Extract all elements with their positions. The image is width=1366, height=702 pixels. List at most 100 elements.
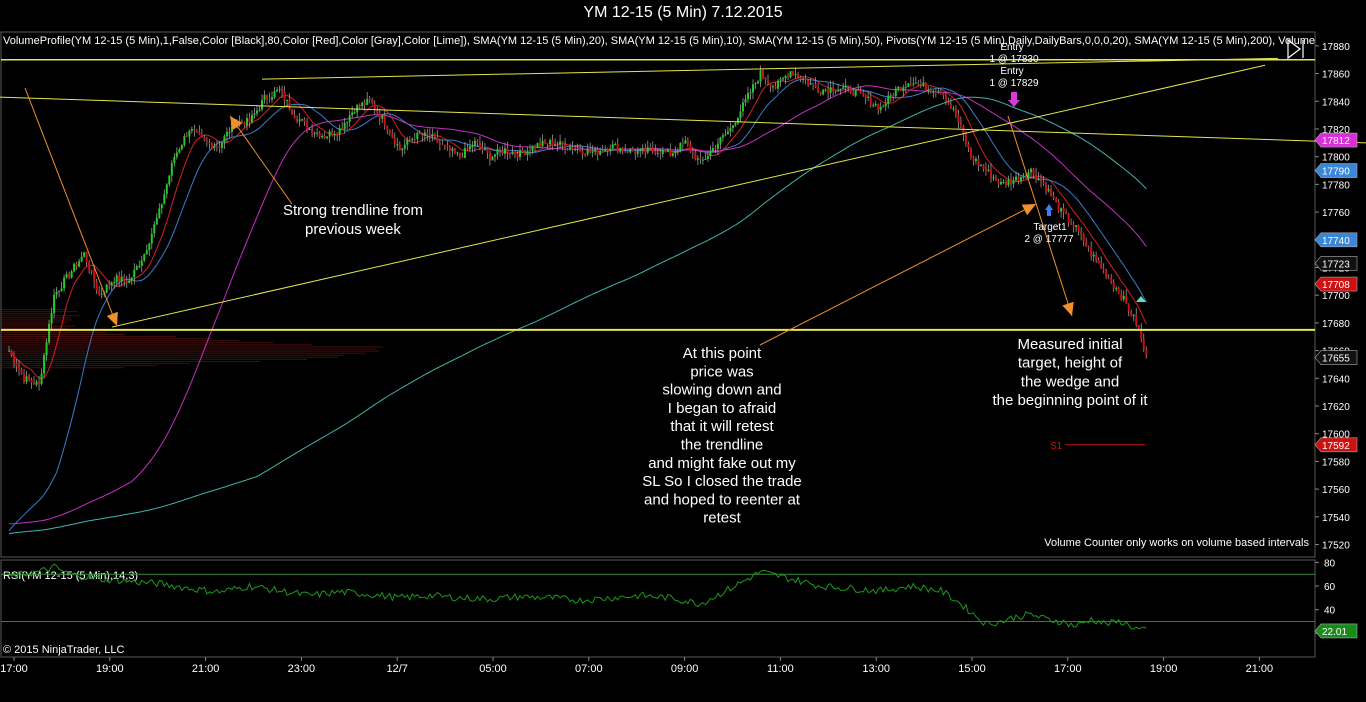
candle-up [999,182,1002,185]
candle-down [218,146,221,148]
candle-down [1090,247,1093,257]
candle-down [1117,288,1120,294]
annotation-text: that it will retest [670,418,774,435]
candle-up [614,144,617,146]
candle-down [1095,254,1098,260]
candle-down [561,141,564,145]
volume-profile-bar [2,363,190,365]
candle-up [731,125,734,129]
candle-up [138,265,141,267]
candle-up [115,275,118,283]
candle-down [909,83,912,85]
candle-down [1135,314,1138,326]
candle-down [486,148,489,153]
candle-down [1097,259,1100,264]
candle-up [704,158,707,160]
candle-up [656,152,659,154]
candle-up [829,87,832,93]
candle-down [799,77,802,80]
candle-up [143,254,146,261]
candle-up [326,136,329,139]
candle-down [544,140,547,143]
candle-down [291,109,294,115]
candle-down [506,148,509,154]
candle-up [316,132,319,134]
candle-up [43,355,46,374]
candle-up [912,83,915,85]
price-badge-value: 17812 [1322,136,1350,147]
volume-profile-bar [2,336,177,338]
candle-down [240,121,243,123]
price-badge: 17708 [1314,276,1358,292]
volume-profile-bar [2,315,81,317]
candle-up [1030,168,1033,173]
candle-down [1070,222,1073,225]
candle-up [1115,288,1118,290]
candle-down [1120,293,1123,300]
candle-down [38,381,41,384]
ninjatrader-chart[interactable]: VolumeProfile(YM 12-15 (5 Min),1,False,C… [0,0,1366,702]
candle-down [689,144,692,152]
candle-down [989,169,992,179]
candle-down [649,147,652,149]
candle-up [60,288,63,291]
candle-down [358,104,361,107]
y-tick-label: 17800 [1322,153,1350,164]
candle-up [403,144,406,149]
candle-up [170,163,173,176]
candle-up [736,118,739,124]
candle-up [636,150,639,154]
candle-down [441,144,444,146]
candle-down [20,369,23,374]
candle-up [907,83,910,87]
candle-up [298,119,301,122]
candle-down [659,152,662,155]
volume-profile-bar [2,346,384,348]
candle-down [266,95,269,100]
candle-down [1145,349,1148,355]
sma-10-line [8,76,1147,380]
candle-up [128,280,131,284]
x-tick-label: 13:00 [862,663,890,675]
volume-profile-bar [2,356,338,358]
candle-up [65,273,68,278]
volume-profile-bar [2,333,125,335]
candle-down [664,149,667,152]
price-badge: 17740 [1314,232,1358,248]
candle-up [1012,180,1015,184]
candle-up [927,89,930,91]
candle-up [493,154,496,157]
annotation-text: and hoped to reenter at [644,491,801,508]
candle-up [220,142,223,148]
candle-up [979,164,982,166]
candle-down [90,270,93,272]
candle-up [471,146,474,148]
candle-up [887,95,890,104]
candle-down [1082,233,1085,242]
candle-up [183,136,186,146]
x-tick-label: 21:00 [192,663,220,675]
candle-down [644,148,647,153]
candle-up [1092,254,1095,257]
candle-up [574,149,577,151]
candle-down [208,142,211,144]
candle-up [676,151,679,153]
candle-up [867,96,870,98]
candle-up [158,208,161,218]
candle-up [671,153,674,156]
candle-down [1112,282,1115,289]
candle-up [519,150,522,158]
candle-up [739,111,742,119]
candle-up [974,158,977,162]
candle-down [669,149,672,156]
target-arrow-icon [1045,204,1053,216]
candle-up [782,78,785,80]
candle-down [93,270,96,282]
candle-up [746,93,749,100]
volume-profile-bar [2,338,212,340]
candle-down [1087,246,1090,248]
candle-up [872,104,875,106]
candle-down [408,139,411,141]
candle-up [406,139,409,145]
candle-up [253,113,256,116]
